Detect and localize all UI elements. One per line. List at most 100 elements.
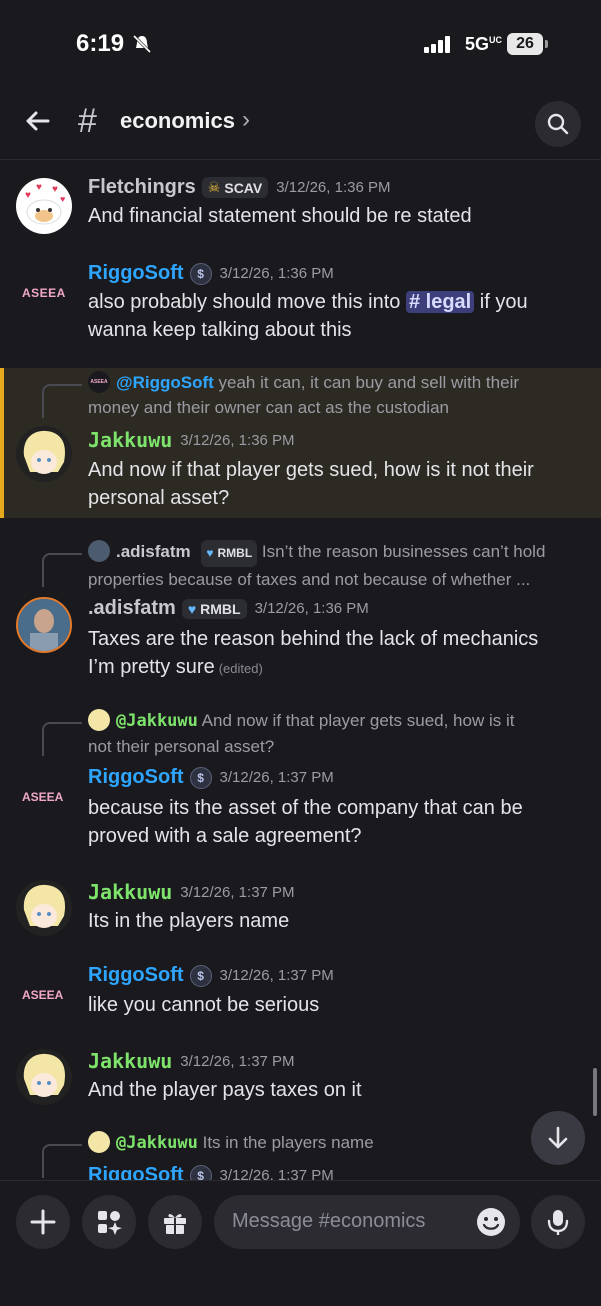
- reply-preview[interactable]: ASEEA @RiggoSoft yeah it can, it can buy …: [88, 370, 588, 420]
- reply-preview[interactable]: @Jakkuwu And now if that player gets sue…: [88, 708, 593, 759]
- timestamp: 3/12/26, 1:37 PM: [219, 967, 334, 984]
- author-name[interactable]: .adisfatm: [88, 597, 176, 620]
- dollar-coin-icon: $: [189, 964, 212, 987]
- anime-avatar-icon: [23, 430, 66, 474]
- anime-avatar-icon: [23, 1053, 66, 1097]
- avatar[interactable]: ASEEA: [16, 964, 72, 1020]
- search-button[interactable]: [535, 101, 581, 147]
- avatar[interactable]: [16, 597, 72, 653]
- message-text: also probably should move this into # le…: [88, 291, 528, 341]
- timestamp: 3/12/26, 1:36 PM: [180, 431, 295, 449]
- message[interactable]: ♥ ♥ ♥ ♥ Fletchingrs ☠ SCAV 3/12/26, 1:36 …: [0, 172, 601, 242]
- author-name[interactable]: Fletchingrs: [88, 176, 196, 199]
- timestamp: 3/12/26, 1:37 PM: [219, 1167, 334, 1180]
- channel-header: # economics ›: [0, 80, 601, 160]
- author-name[interactable]: Jakkuwu: [88, 1049, 172, 1073]
- message-text: Taxes are the reason behind the lack of …: [88, 628, 539, 678]
- reply-connector: [42, 384, 82, 418]
- back-arrow-icon[interactable]: [22, 105, 54, 137]
- channel-mention[interactable]: # legal: [405, 291, 475, 313]
- microphone-icon: [547, 1210, 569, 1235]
- dollar-coin-icon: $: [189, 262, 212, 285]
- avatar[interactable]: ASEEA: [16, 262, 72, 318]
- message[interactable]: ASEEA @RiggoSoft yeah it can, it can buy …: [0, 368, 601, 518]
- reply-preview[interactable]: @Jakkuwu Its in the players name: [88, 1130, 374, 1156]
- anime-avatar-icon: [23, 884, 66, 928]
- scrollbar[interactable]: [593, 1068, 597, 1116]
- voice-message-button[interactable]: [531, 1195, 585, 1249]
- hash-icon: #: [78, 102, 97, 140]
- author-name[interactable]: RiggoSoft: [88, 1164, 184, 1180]
- message-input[interactable]: Message #economics: [214, 1195, 520, 1249]
- signal-icon: [424, 36, 450, 53]
- avatar-logo-text: ASEEA: [22, 790, 64, 804]
- status-bar: 6:19 5GUC 26: [0, 0, 601, 80]
- reply-connector: [42, 553, 82, 587]
- message-text: like you cannot be serious: [88, 994, 320, 1016]
- gift-button[interactable]: [148, 1195, 202, 1249]
- dollar-coin-icon: $: [189, 766, 212, 789]
- svg-text:♥: ♥: [60, 194, 65, 204]
- timestamp: 3/12/26, 1:37 PM: [180, 883, 295, 901]
- role-badge[interactable]: ☠ SCAV: [201, 177, 269, 198]
- timestamp: 3/12/26, 1:37 PM: [219, 769, 334, 786]
- search-icon: [547, 113, 569, 135]
- timestamp: 3/12/26, 1:36 PM: [276, 179, 391, 196]
- message-text: Its in the players name: [88, 910, 290, 932]
- edited-label: (edited): [218, 661, 263, 676]
- reply-connector: [42, 1144, 82, 1178]
- reply-connector: [42, 722, 82, 756]
- timestamp: 3/12/26, 1:37 PM: [180, 1052, 295, 1070]
- message-text: And financial statement should be re sta…: [88, 205, 472, 227]
- timestamp: 3/12/26, 1:36 PM: [219, 265, 334, 282]
- reply-avatar: [88, 709, 110, 731]
- avatar[interactable]: ASEEA: [16, 768, 72, 824]
- author-name[interactable]: Jakkuwu: [88, 880, 172, 904]
- author-name[interactable]: RiggoSoft: [88, 964, 184, 987]
- message-text: And now if that player gets sued, how is…: [88, 459, 534, 509]
- battery-nub: [545, 40, 548, 48]
- author-name[interactable]: RiggoSoft: [88, 766, 184, 789]
- message[interactable]: @Jakkuwu And now if that player gets sue…: [0, 706, 601, 856]
- avatar[interactable]: ♥ ♥ ♥ ♥: [16, 178, 72, 234]
- svg-text:♥: ♥: [25, 190, 31, 201]
- author-name[interactable]: Jakkuwu: [88, 428, 172, 452]
- dollar-coin-icon: $: [189, 1164, 212, 1180]
- role-badge: ♥ RMBL: [201, 540, 258, 567]
- message[interactable]: ASEEA RiggoSoft $ 3/12/26, 1:37 PM like …: [0, 960, 601, 1030]
- author-name[interactable]: RiggoSoft: [88, 262, 184, 285]
- message[interactable]: ASEEA RiggoSoft $ 3/12/26, 1:36 PM also …: [0, 258, 601, 348]
- heart-shield-icon: ♥: [206, 546, 214, 560]
- channel-title[interactable]: economics: [120, 108, 235, 134]
- network-type: 5GUC: [465, 34, 503, 54]
- message-text: because its the asset of the company tha…: [88, 797, 523, 847]
- chevron-right-icon[interactable]: ›: [242, 106, 250, 134]
- jump-to-latest-button[interactable]: [531, 1111, 585, 1165]
- plus-icon: [30, 1209, 56, 1235]
- timestamp: 3/12/26, 1:36 PM: [254, 600, 369, 617]
- cat-avatar-icon: ♥ ♥ ♥ ♥: [25, 182, 65, 225]
- status-time: 6:19: [76, 30, 125, 57]
- role-badge[interactable]: ♥ RMBL: [181, 598, 247, 619]
- avatar[interactable]: [16, 880, 72, 936]
- avatar[interactable]: [16, 426, 72, 482]
- robot-avatar-icon: [18, 599, 70, 651]
- reply-avatar: ASEEA: [88, 371, 110, 393]
- apps-icon: [98, 1211, 122, 1235]
- avatar-logo-text: ASEEA: [22, 988, 64, 1002]
- svg-text:♥: ♥: [36, 182, 42, 193]
- message-composer: Message #economics: [0, 1180, 601, 1306]
- message[interactable]: .adisfatm ♥ RMBL Isn’t the reason busines…: [0, 537, 601, 687]
- message[interactable]: Jakkuwu 3/12/26, 1:37 PM And the player …: [0, 1045, 601, 1115]
- reply-preview[interactable]: .adisfatm ♥ RMBL Isn’t the reason busines…: [88, 539, 593, 592]
- avatar[interactable]: [16, 1049, 72, 1105]
- emoji-icon[interactable]: [476, 1207, 506, 1237]
- avatar-logo-text: ASEEA: [22, 286, 66, 300]
- apps-button[interactable]: [82, 1195, 136, 1249]
- message[interactable]: @Jakkuwu Its in the players name RiggoSo…: [0, 1128, 601, 1180]
- reply-avatar: [88, 1131, 110, 1153]
- svg-text:♥: ♥: [52, 184, 58, 195]
- message[interactable]: Jakkuwu 3/12/26, 1:37 PM Its in the play…: [0, 876, 601, 946]
- add-attachment-button[interactable]: [16, 1195, 70, 1249]
- battery-level: 26: [507, 33, 543, 55]
